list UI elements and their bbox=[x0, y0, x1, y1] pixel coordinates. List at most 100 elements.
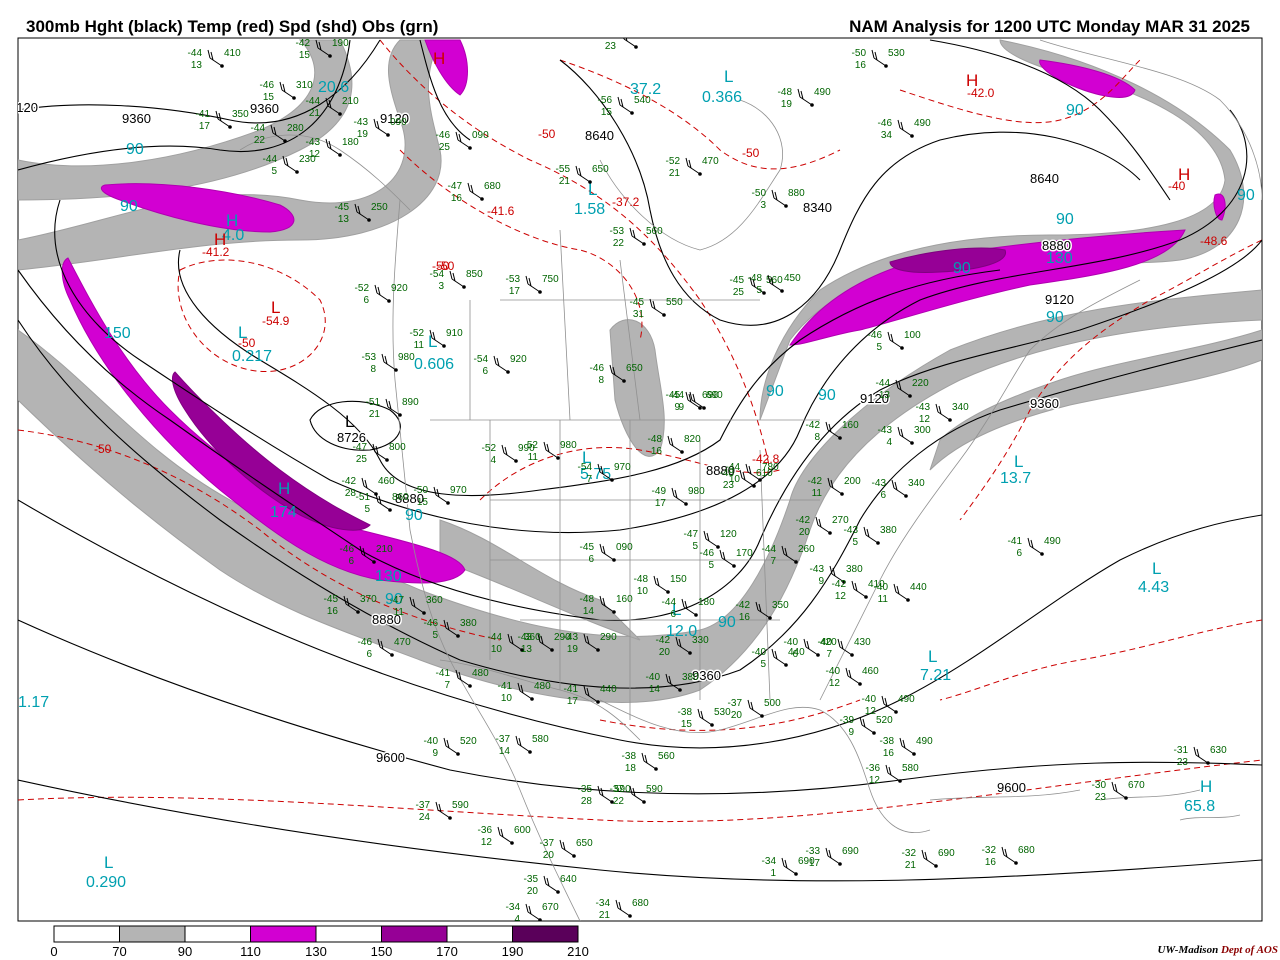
obs-height: 680 bbox=[1018, 845, 1035, 856]
obs-temp: -43 bbox=[306, 137, 321, 148]
obs-height: 180 bbox=[342, 137, 359, 148]
low-pressure-marker: L bbox=[238, 323, 247, 342]
obs-wind: 8 bbox=[370, 364, 376, 375]
speed-label: 150 bbox=[104, 325, 131, 342]
obs-height: 980 bbox=[688, 486, 705, 497]
obs-temp: -50 bbox=[752, 188, 767, 199]
obs-wind: 5 bbox=[756, 285, 762, 296]
speed-label: 0.217 bbox=[232, 348, 272, 365]
obs-wind: 16 bbox=[451, 193, 463, 204]
obs-temp: -34 bbox=[762, 856, 777, 867]
obs-wind: 18 bbox=[625, 763, 637, 774]
obs-wind: 21 bbox=[309, 108, 321, 119]
obs-wind: 16 bbox=[327, 606, 339, 617]
obs-temp: -46 bbox=[260, 80, 275, 91]
speed-legend: 0 70 90 110 130 150 170 190 210 bbox=[50, 925, 589, 959]
obs-wind: 16 bbox=[985, 857, 997, 868]
speed-label: 90 bbox=[1056, 211, 1074, 228]
obs-height: 330 bbox=[692, 635, 709, 646]
obs-wind: 12 bbox=[309, 149, 321, 160]
obs-temp: -52 bbox=[482, 443, 497, 454]
obs-height: 170 bbox=[736, 548, 753, 559]
speed-label: 1.17 bbox=[18, 694, 49, 711]
obs-wind: 6 bbox=[792, 649, 798, 660]
obs-height: 650 bbox=[626, 363, 643, 374]
speed-label: 1.58 bbox=[574, 201, 605, 218]
obs-height: 580 bbox=[532, 734, 549, 745]
obs-temp: -48 bbox=[648, 434, 663, 445]
speed-label: 90 bbox=[1066, 102, 1084, 119]
obs-height: 480 bbox=[534, 681, 551, 692]
obs-wind: 5 bbox=[364, 504, 370, 515]
obs-wind: 13 bbox=[521, 644, 533, 655]
temp-contour-label: -37.2 bbox=[612, 195, 640, 209]
obs-height: 650 bbox=[592, 164, 609, 175]
obs-temp: -42 bbox=[342, 476, 357, 487]
speed-label: 0.290 bbox=[86, 874, 126, 891]
obs-temp: -46 bbox=[424, 618, 439, 629]
obs-temp: -44 bbox=[188, 48, 203, 59]
obs-wind: 25 bbox=[439, 142, 451, 153]
obs-temp: -40 bbox=[818, 637, 833, 648]
obs-height: 350 bbox=[232, 109, 249, 120]
obs-temp: -45 bbox=[580, 542, 595, 553]
obs-temp: -53 bbox=[610, 226, 625, 237]
obs-height: 210 bbox=[376, 544, 393, 555]
obs-height: 490 bbox=[1044, 536, 1061, 547]
temp-contour-label: -50 bbox=[742, 146, 760, 160]
obs-temp: -46 bbox=[868, 330, 883, 341]
obs-temp: -30 bbox=[1092, 780, 1107, 791]
obs-wind: 9 bbox=[674, 402, 680, 413]
obs-height: 290 bbox=[600, 632, 617, 643]
legend-swatch bbox=[53, 925, 120, 943]
obs-height: 370 bbox=[360, 594, 377, 605]
obs-height: 800 bbox=[389, 442, 406, 453]
obs-wind: 10 bbox=[637, 586, 649, 597]
obs-temp: -37 bbox=[496, 734, 511, 745]
speed-label: 90 bbox=[766, 383, 784, 400]
obs-temp: -47 bbox=[353, 442, 368, 453]
obs-wind: 15 bbox=[601, 107, 613, 118]
temp-contour-label: -48.6 bbox=[1200, 234, 1228, 248]
obs-height: 440 bbox=[910, 582, 927, 593]
obs-wind: 16 bbox=[651, 446, 663, 457]
obs-temp: -43 bbox=[878, 425, 893, 436]
obs-wind: 11 bbox=[878, 594, 889, 605]
speed-label: 90 bbox=[718, 614, 736, 631]
obs-wind: 12 bbox=[869, 775, 881, 786]
obs-temp: -41 bbox=[196, 109, 211, 120]
legend-tick: 210 bbox=[567, 944, 589, 959]
obs-wind: 25 bbox=[356, 454, 368, 465]
obs-temp: -54 bbox=[578, 462, 593, 473]
obs-wind: 21 bbox=[669, 168, 681, 179]
obs-temp: -52 bbox=[666, 156, 681, 167]
obs-wind: 9 bbox=[432, 748, 438, 759]
obs-height: 360 bbox=[426, 595, 443, 606]
obs-temp: -45 bbox=[335, 202, 350, 213]
high-pressure-marker: H bbox=[433, 49, 445, 68]
speed-label: 90 bbox=[1237, 187, 1255, 204]
obs-height: 920 bbox=[391, 283, 408, 294]
obs-height: 200 bbox=[844, 476, 861, 487]
obs-wind: 15 bbox=[263, 92, 275, 103]
obs-temp: -47 bbox=[390, 595, 405, 606]
speed-label: 90 bbox=[953, 260, 971, 277]
obs-temp: -39 bbox=[840, 715, 855, 726]
obs-height: 860 bbox=[392, 492, 409, 503]
obs-height: 460 bbox=[862, 666, 879, 677]
obs-wind: 31 bbox=[633, 309, 645, 320]
obs-temp: -44 bbox=[662, 597, 677, 608]
obs-wind: 20 bbox=[527, 886, 539, 897]
obs-height: 310 bbox=[296, 80, 313, 91]
obs-temp: -37 bbox=[416, 800, 431, 811]
height-contour-label: 8640 bbox=[1030, 171, 1059, 186]
obs-temp: -51 bbox=[356, 492, 371, 503]
high-pressure-marker: H bbox=[966, 71, 978, 90]
obs-temp: -46 bbox=[436, 130, 451, 141]
obs-wind: 25 bbox=[733, 287, 745, 298]
obs-height: 820 bbox=[684, 434, 701, 445]
weather-map: 93609120 93609120864086408880888091208726… bbox=[17, 37, 1263, 959]
obs-temp: -35 bbox=[524, 874, 539, 885]
legend-tick: 170 bbox=[436, 944, 458, 959]
obs-wind: 19 bbox=[567, 644, 579, 655]
